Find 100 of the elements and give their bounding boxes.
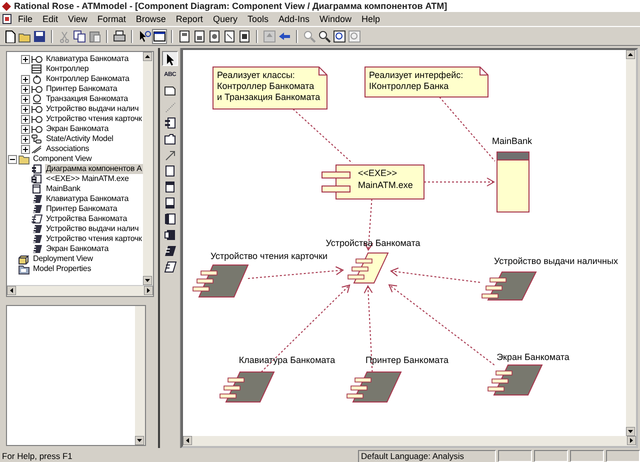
document-icon — [2, 14, 12, 24]
menu-item[interactable]: Report — [172, 14, 207, 24]
tree-item[interactable]: Model Properties — [32, 264, 92, 274]
tree-item[interactable]: Клавиатура Банкомата — [45, 54, 130, 64]
new-document-icon[interactable] — [3, 30, 16, 42]
package-icon — [163, 132, 177, 146]
back-arrow-icon[interactable] — [278, 30, 291, 42]
status-pane — [534, 450, 568, 462]
task-body-shape — [192, 264, 249, 298]
horizontal-scrollbar[interactable] — [7, 285, 153, 296]
tree-item[interactable]: Component View — [32, 154, 93, 164]
task-body-icon — [31, 224, 43, 234]
component-label: Экран Банкомата — [496, 352, 570, 362]
interface-icon — [31, 84, 43, 94]
tool-button[interactable] — [162, 131, 178, 146]
tree-item[interactable]: Устройства Банкомата — [45, 214, 128, 224]
tree-item[interactable]: Диаграмма компонентов A — [45, 164, 143, 174]
down-arrow-icon — [626, 427, 635, 436]
note-text: Реализует интерфейс: IКонтроллер Банка — [369, 70, 464, 91]
menu-item[interactable]: Add-Ins — [274, 14, 314, 24]
menu-item[interactable]: File — [14, 14, 37, 24]
zoom-out-icon[interactable] — [318, 30, 331, 42]
expander-icon[interactable] — [21, 124, 30, 134]
diagram-icon[interactable] — [208, 30, 221, 42]
tree-item[interactable]: MainBank — [45, 184, 82, 194]
tool-button[interactable] — [162, 115, 178, 130]
vertical-scrollbar[interactable] — [626, 50, 636, 436]
package-spec-icon — [31, 214, 43, 224]
menu-item[interactable]: Edit — [38, 14, 62, 24]
menu-item[interactable]: Browse — [132, 14, 170, 24]
task-body-icon — [163, 260, 177, 274]
expander-icon[interactable] — [21, 104, 30, 114]
tree-item[interactable]: Экран Банкомата — [45, 244, 110, 254]
tree-item[interactable]: Транзакция Банкомата — [45, 94, 129, 104]
expander-icon[interactable] — [21, 134, 30, 144]
left-arrow-icon — [183, 436, 192, 445]
tree-item[interactable]: Устройство выдачи налич — [45, 224, 140, 234]
expander-icon[interactable] — [21, 144, 30, 154]
menu-item[interactable]: Format — [93, 14, 130, 24]
status-pane: Default Language: Analysis — [358, 450, 496, 462]
tree-item[interactable]: Контроллер Банкомата — [45, 74, 130, 84]
expander-icon[interactable] — [8, 154, 17, 164]
task-body-icon — [31, 194, 43, 204]
control-icon — [31, 74, 43, 84]
tree-item[interactable]: Принтер Банкомата — [45, 84, 118, 94]
print-icon[interactable] — [113, 30, 126, 42]
expander-icon[interactable] — [21, 114, 30, 124]
menu-item[interactable]: Help — [358, 14, 384, 24]
tree-item[interactable]: Deployment View — [32, 254, 94, 264]
tool-button[interactable] — [162, 259, 178, 274]
tree-item[interactable]: Экран Банкомата — [45, 124, 110, 134]
tree-item[interactable]: Устройство чтения карточк — [45, 234, 143, 244]
deployment-icon — [18, 254, 30, 264]
diagram-icon[interactable] — [238, 30, 251, 42]
fit-window-icon[interactable] — [333, 30, 346, 42]
status-pane — [570, 450, 604, 462]
tool-button[interactable] — [162, 227, 178, 242]
context-help-icon[interactable] — [138, 30, 151, 42]
task-spec-icon — [163, 244, 177, 258]
tree-item[interactable]: Associations — [45, 144, 90, 154]
vertical-scrollbar[interactable] — [135, 306, 145, 445]
entity-icon — [31, 94, 43, 104]
menu-item[interactable]: Tools — [243, 14, 272, 24]
interface-icon — [31, 104, 43, 114]
window-icon[interactable] — [153, 30, 166, 42]
state-model-icon — [31, 134, 43, 144]
save-icon[interactable] — [33, 30, 46, 42]
tree-item[interactable]: State/Activity Model — [45, 134, 114, 144]
paste-icon[interactable] — [88, 30, 101, 42]
tree-item[interactable]: Клавиатура Банкомата — [45, 194, 130, 204]
menu-item[interactable]: Query — [208, 14, 242, 24]
component-diagram-icon — [31, 164, 43, 174]
component-label: Клавиатура Банкомата — [238, 355, 336, 365]
tree-item[interactable]: Устройство выдачи налич — [45, 104, 140, 114]
tool-button[interactable] — [162, 51, 178, 66]
menu-item[interactable]: Window — [316, 14, 356, 24]
horizontal-scrollbar[interactable] — [183, 436, 636, 446]
tree-item[interactable]: Принтер Банкомата — [45, 204, 118, 214]
expander-icon[interactable] — [21, 94, 30, 104]
component-label: MainBank — [492, 136, 532, 146]
menu-item[interactable]: View — [64, 14, 92, 24]
expander-icon[interactable] — [21, 84, 30, 94]
dependency-arrow — [424, 178, 495, 186]
note-text: Реализует классы: Контроллер Банкомата и Транзакция Банкомата — [217, 70, 320, 102]
interface-icon — [31, 114, 43, 124]
diagram-icon[interactable] — [223, 30, 236, 42]
tool-button[interactable] — [162, 243, 178, 258]
package-body-icon — [163, 228, 177, 242]
tree-item[interactable]: Контроллер — [45, 64, 90, 74]
diagram-icon[interactable] — [178, 30, 191, 42]
expander-icon[interactable] — [21, 74, 30, 84]
tool-button[interactable] — [162, 211, 178, 226]
tree-item[interactable]: <<EXE>> MainATM.exe — [45, 174, 130, 184]
diagram-icon[interactable] — [193, 30, 206, 42]
tree-item[interactable]: Устройство чтения карточк — [45, 114, 143, 124]
expander-icon[interactable] — [21, 54, 30, 64]
copy-icon[interactable] — [73, 30, 86, 42]
rose-logo-icon — [2, 2, 11, 10]
main-program-icon — [163, 164, 177, 178]
vertical-scrollbar[interactable] — [143, 52, 153, 285]
